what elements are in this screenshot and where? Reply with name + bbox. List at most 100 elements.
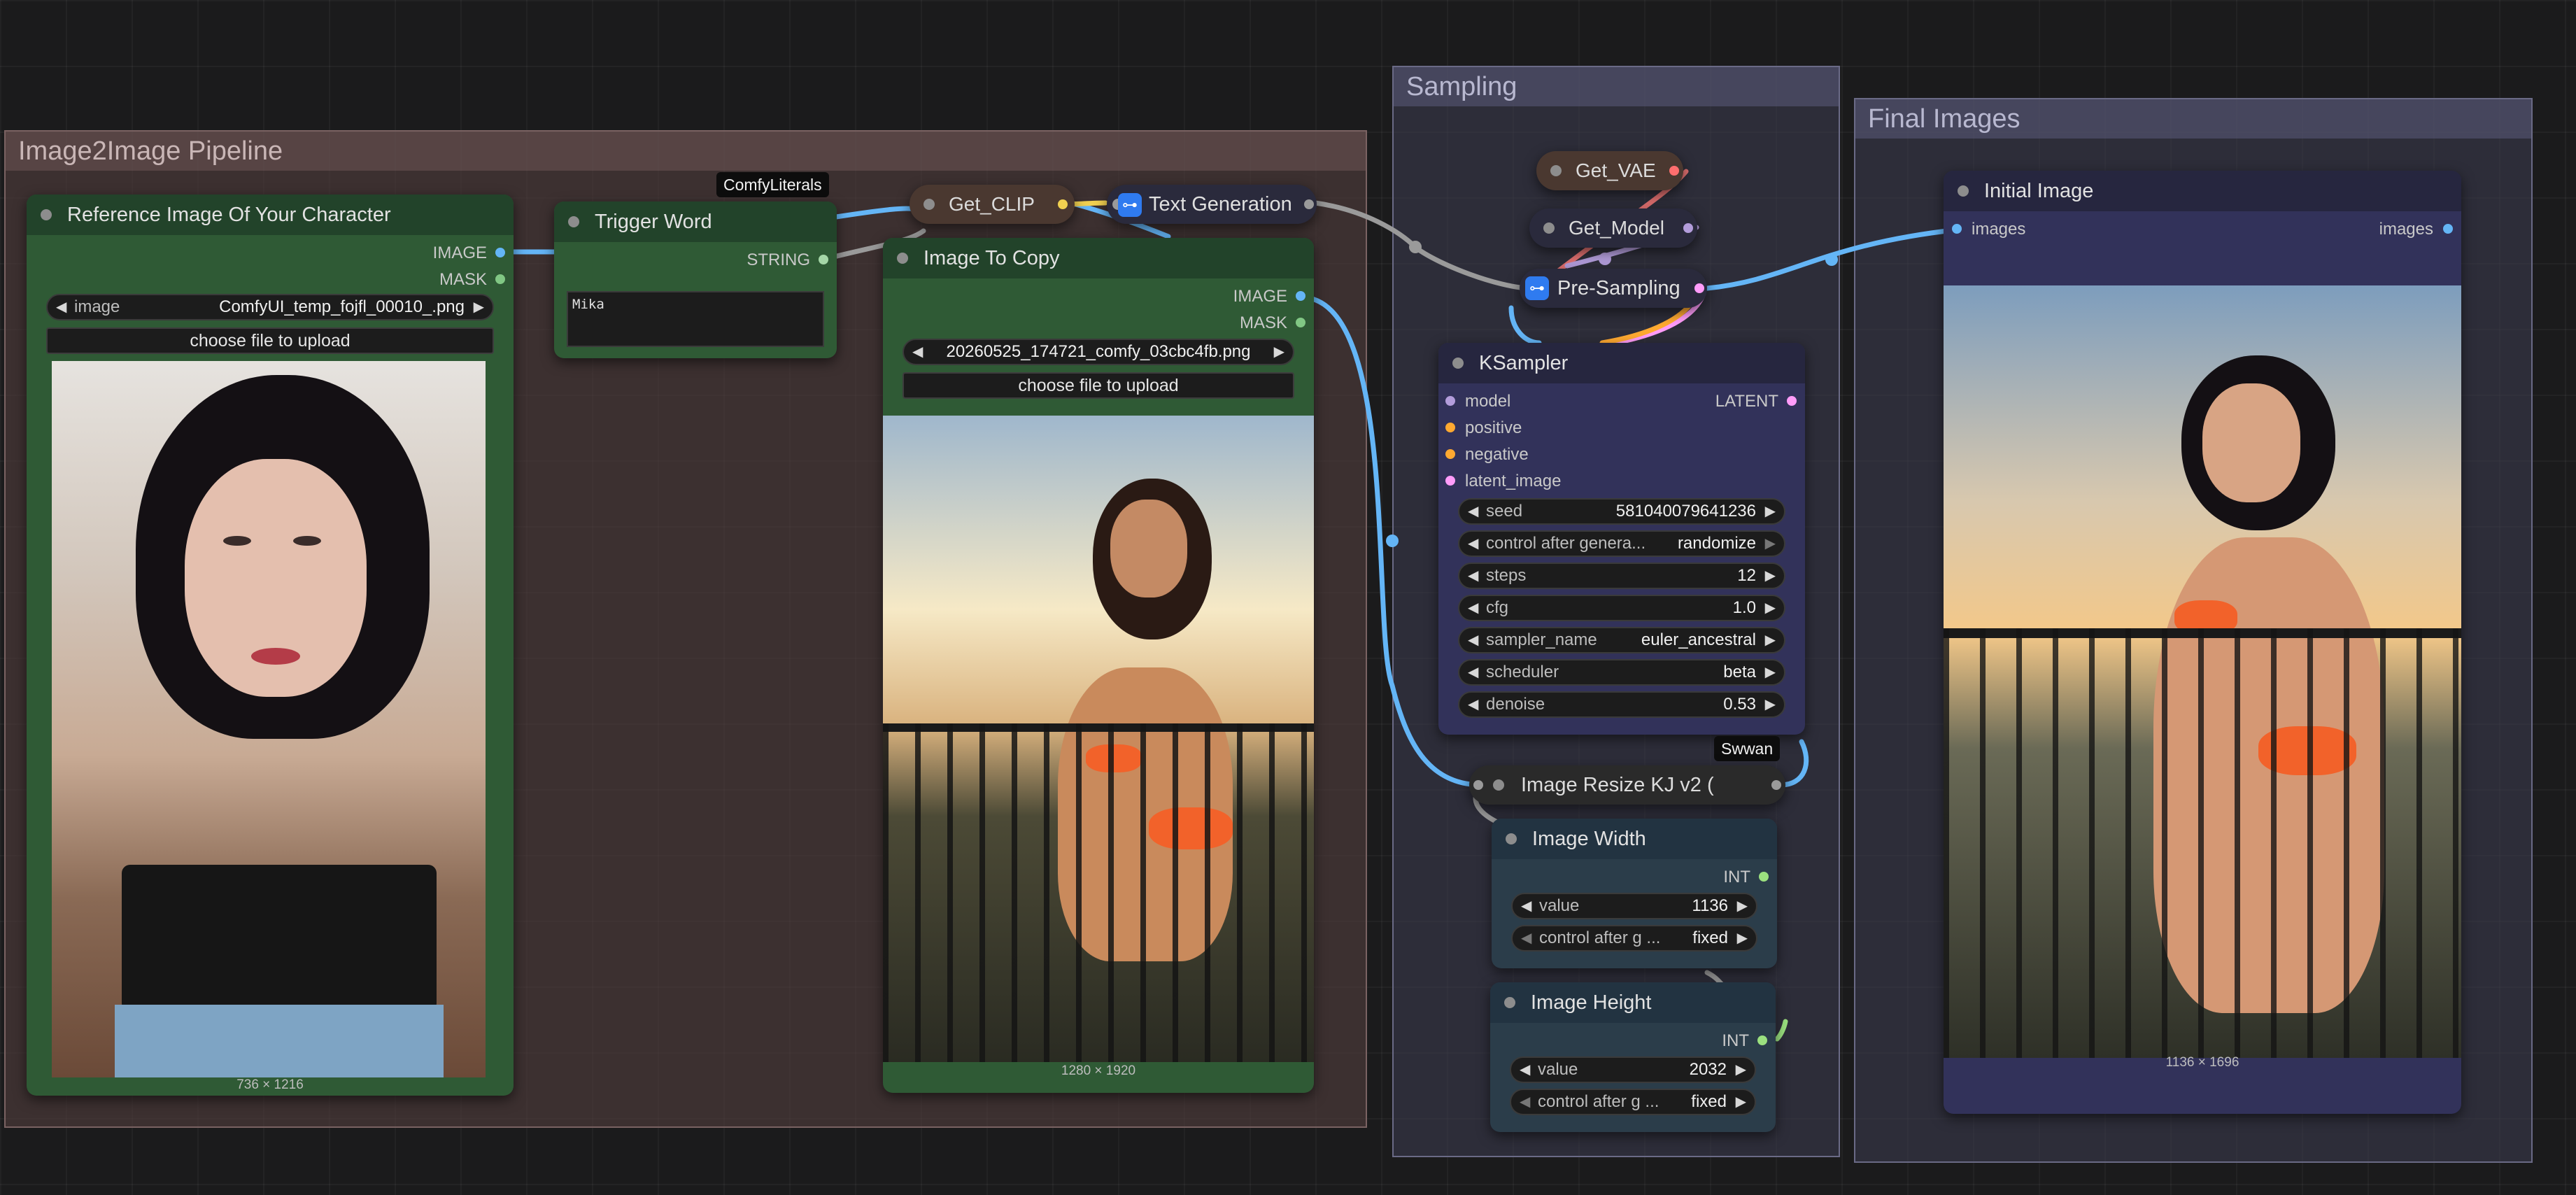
image-output-label: IMAGE <box>1233 287 1287 306</box>
next-arrow-icon[interactable]: ▶ <box>1274 340 1285 364</box>
image-output-socket[interactable] <box>495 248 505 257</box>
text-output-socket[interactable] <box>1304 199 1314 209</box>
increment-arrow-icon[interactable]: ▶ <box>1736 1058 1746 1082</box>
decrement-arrow-icon[interactable]: ◀ <box>1468 596 1478 620</box>
control-after-generate-widget[interactable]: ◀ control after genera... randomize ▶ <box>1458 530 1785 557</box>
trigger-word-node-title[interactable]: Trigger Word <box>554 201 837 242</box>
height-control-widget[interactable]: ◀ control after g ... fixed ▶ <box>1510 1089 1756 1115</box>
decrement-arrow-icon[interactable]: ◀ <box>1468 693 1478 716</box>
image-height-node-title[interactable]: Image Height <box>1490 982 1776 1023</box>
cfg-widget[interactable]: ◀ cfg 1.0 ▶ <box>1458 595 1785 621</box>
image-output-socket[interactable] <box>1771 780 1781 790</box>
image-dimensions: 1280 × 1920 <box>1061 1063 1136 1078</box>
width-control-widget[interactable]: ◀ control after g ... fixed ▶ <box>1511 925 1757 952</box>
collapse-dot[interactable] <box>1550 165 1562 176</box>
initial-image-node-title[interactable]: Initial Image <box>1944 171 2461 211</box>
mask-output-label: MASK <box>1239 313 1287 332</box>
prev-arrow-icon[interactable]: ◀ <box>1468 532 1478 556</box>
image-height-node[interactable]: Image Height INT ◀ value 2032 ▶ ◀ contro… <box>1490 982 1776 1132</box>
next-arrow-icon[interactable]: ▶ <box>1737 926 1748 950</box>
image-to-copy-node-title[interactable]: Image To Copy <box>883 238 1314 278</box>
collapse-dot[interactable] <box>1506 833 1517 844</box>
collapse-dot[interactable] <box>1543 222 1555 234</box>
image-file-selector[interactable]: ◀ image ComfyUI_temp_fojfl_00010_.png ▶ <box>46 294 494 320</box>
model-input-label: model <box>1465 392 1511 411</box>
latent-image-input-label: latent_image <box>1465 472 1562 490</box>
reference-image-node-title[interactable]: Reference Image Of Your Character <box>27 195 514 235</box>
mask-output-socket[interactable] <box>1296 318 1305 327</box>
images-output-socket[interactable] <box>2443 224 2453 234</box>
decrement-arrow-icon[interactable]: ◀ <box>1468 564 1478 588</box>
collapse-dot[interactable] <box>1504 997 1515 1008</box>
next-arrow-icon[interactable]: ▶ <box>1736 1090 1746 1114</box>
steps-widget[interactable]: ◀ steps 12 ▶ <box>1458 563 1785 589</box>
scheduler-widget[interactable]: ◀ scheduler beta ▶ <box>1458 659 1785 686</box>
collapse-dot[interactable] <box>923 199 935 210</box>
image-input-socket[interactable] <box>1473 780 1483 790</box>
model-input-socket[interactable] <box>1445 396 1455 406</box>
increment-arrow-icon[interactable]: ▶ <box>1765 500 1776 523</box>
image-resize-node[interactable]: Image Resize KJ v2 ( <box>1469 765 1785 805</box>
increment-arrow-icon[interactable]: ▶ <box>1765 693 1776 716</box>
increment-arrow-icon[interactable]: ▶ <box>1765 564 1776 588</box>
image-output-label: IMAGE <box>432 243 487 262</box>
increment-arrow-icon[interactable]: ▶ <box>1765 596 1776 620</box>
seed-widget[interactable]: ◀ seed 581040079641236 ▶ <box>1458 498 1785 525</box>
negative-input-socket[interactable] <box>1445 449 1455 459</box>
image-width-node[interactable]: Image Width INT ◀ value 1136 ▶ ◀ control… <box>1492 819 1777 968</box>
get-vae-node[interactable]: Get_VAE <box>1536 151 1683 190</box>
next-arrow-icon[interactable]: ▶ <box>1765 660 1776 684</box>
image-file-selector[interactable]: ◀ 20260525_174721_comfy_03cbc4fb.png ▶ <box>903 339 1294 365</box>
collapse-dot[interactable] <box>1452 358 1464 369</box>
text-generation-node[interactable]: ⊶ Text Generation <box>1107 185 1317 224</box>
latent-input-socket[interactable] <box>1445 476 1455 486</box>
pre-sampling-output-socket[interactable] <box>1694 283 1704 293</box>
prev-arrow-icon[interactable]: ◀ <box>1521 926 1531 950</box>
trigger-word-node[interactable]: Trigger Word STRING Mika <box>554 201 837 358</box>
increment-arrow-icon[interactable]: ▶ <box>1737 894 1748 918</box>
trigger-word-textarea[interactable]: Mika <box>567 291 824 347</box>
int-output-socket[interactable] <box>1759 872 1769 882</box>
next-arrow-icon[interactable]: ▶ <box>1765 628 1776 652</box>
collapse-dot[interactable] <box>41 209 52 220</box>
image-width-node-title[interactable]: Image Width <box>1492 819 1777 859</box>
latent-output-socket[interactable] <box>1787 396 1797 406</box>
reference-image-node[interactable]: Reference Image Of Your Character IMAGE … <box>27 195 514 1096</box>
prev-arrow-icon[interactable]: ◀ <box>56 295 66 319</box>
image-to-copy-node[interactable]: Image To Copy IMAGE MASK ◀ 20260525_1747… <box>883 238 1314 1093</box>
positive-input-socket[interactable] <box>1445 423 1455 432</box>
height-value-widget[interactable]: ◀ value 2032 ▶ <box>1510 1056 1756 1083</box>
decrement-arrow-icon[interactable]: ◀ <box>1468 500 1478 523</box>
vae-output-socket[interactable] <box>1669 166 1679 176</box>
collapse-dot[interactable] <box>568 216 579 227</box>
get-model-node[interactable]: Get_Model <box>1529 208 1697 248</box>
sampler-name-widget[interactable]: ◀ sampler_name euler_ancestral ▶ <box>1458 627 1785 653</box>
collapse-dot[interactable] <box>1958 185 1969 197</box>
clip-output-socket[interactable] <box>1058 199 1068 209</box>
upload-button[interactable]: choose file to upload <box>903 372 1294 399</box>
width-value-widget[interactable]: ◀ value 1136 ▶ <box>1511 893 1757 919</box>
model-output-socket[interactable] <box>1683 223 1693 233</box>
denoise-widget[interactable]: ◀ denoise 0.53 ▶ <box>1458 691 1785 718</box>
prev-arrow-icon[interactable]: ◀ <box>1468 660 1478 684</box>
mask-output-socket[interactable] <box>495 274 505 284</box>
next-arrow-icon[interactable]: ▶ <box>474 295 484 319</box>
ksampler-node[interactable]: KSampler model positive negative latent_… <box>1438 343 1805 735</box>
prev-arrow-icon[interactable]: ◀ <box>1520 1090 1530 1114</box>
image-output-socket[interactable] <box>1296 291 1305 301</box>
pre-sampling-node[interactable]: ⊶ Pre-Sampling <box>1520 269 1707 308</box>
collapse-dot[interactable] <box>1493 779 1504 791</box>
int-output-socket[interactable] <box>1757 1035 1767 1045</box>
ksampler-node-title[interactable]: KSampler <box>1438 343 1805 383</box>
int-output-label: INT <box>1722 1031 1749 1050</box>
images-input-socket[interactable] <box>1952 224 1962 234</box>
collapse-dot[interactable] <box>897 253 908 264</box>
decrement-arrow-icon[interactable]: ◀ <box>1520 1058 1530 1082</box>
upload-button[interactable]: choose file to upload <box>46 327 494 354</box>
decrement-arrow-icon[interactable]: ◀ <box>1521 894 1531 918</box>
get-clip-node[interactable]: Get_CLIP <box>910 185 1075 224</box>
next-arrow-icon[interactable]: ▶ <box>1765 532 1776 556</box>
prev-arrow-icon[interactable]: ◀ <box>1468 628 1478 652</box>
initial-image-node[interactable]: Initial Image images images 1136 × 1696 <box>1944 171 2461 1114</box>
string-output-socket[interactable] <box>819 255 828 264</box>
